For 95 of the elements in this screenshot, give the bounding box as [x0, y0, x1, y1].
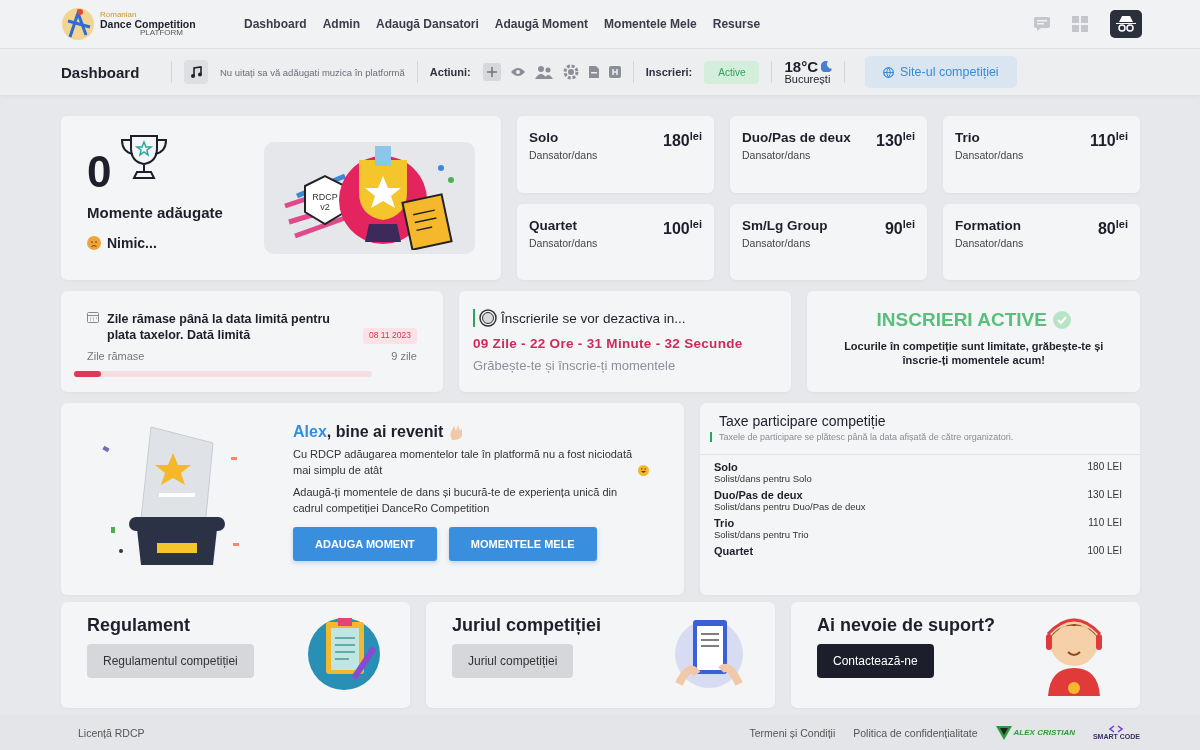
card-title: Ai nevoie de suport? — [817, 615, 996, 636]
people-icon[interactable] — [534, 65, 553, 79]
card-title: Regulament — [87, 615, 192, 636]
price-amount: 180$^{lei}$ — [663, 130, 702, 152]
page-title: Dashboard — [61, 63, 141, 81]
price-amount: 80$^{lei}$ — [1097, 217, 1128, 239]
music-reminder: Nu uitați sa vă adăugati muzica în platformă — [220, 66, 405, 78]
fee-name: Duo/Pas de deux — [714, 489, 804, 501]
category-name: Sm/Lg Group — [742, 217, 828, 233]
countdown-timer: 09 Zile - 22 Ore - 31 Minute - 32 Secunde — [472, 336, 744, 351]
countdown-subtitle: Grăbește-te și înscrie-ți momentele — [472, 358, 677, 373]
category-note: Dansator/dans — [742, 149, 812, 161]
brand-name: Dance Competition — [100, 18, 196, 30]
status-badge: Active — [704, 60, 760, 84]
card-button[interactable]: Juriul competiției — [452, 644, 574, 678]
status-title: INSCRIERI ACTIVE — [876, 309, 1047, 331]
category-note: Dansator/dans — [742, 236, 812, 249]
price-amount: 90$^{lei}$ — [884, 217, 915, 239]
smile-face-icon — [638, 464, 649, 476]
status-text: Locurile în competiție sunt limitate, grăbește-te și înscrie-ți momentele acum! — [843, 339, 1105, 368]
nav-link[interactable]: Momentele Mele — [604, 17, 697, 31]
brand-tagline: PLATFORM — [140, 29, 183, 38]
eye-icon[interactable] — [510, 67, 525, 77]
incognito-icon — [1116, 15, 1136, 33]
category-note: Dansator/dans — [955, 236, 1024, 249]
fee-name: Trio — [714, 517, 736, 529]
fee-price: 180 LEI — [1087, 461, 1122, 474]
fee-price: 130 LEI — [1087, 489, 1122, 502]
fee-price: 100 LEI — [1087, 545, 1122, 557]
days-left-label: Zile rămase — [87, 349, 145, 362]
deadline-title: Zile rămase până la data limită pentru plata taxelor. Dată limită — [107, 311, 331, 344]
fee-name: Quartet — [714, 545, 754, 557]
price-amount: 130$^{lei}$ — [876, 130, 915, 152]
nav-link[interactable]: Admin — [322, 17, 361, 31]
gear-icon[interactable] — [562, 64, 579, 80]
waving-hand-icon — [448, 424, 465, 440]
partner-logo-text: ALEX CRISTIAN — [1013, 728, 1075, 737]
footer-link[interactable]: Termeni și Condiții — [749, 726, 836, 739]
grid-icon[interactable] — [1072, 16, 1088, 32]
moon-icon — [821, 61, 832, 72]
badge-label: RDCP v2 — [311, 192, 338, 212]
category-name: Formation — [955, 217, 1022, 233]
music-note-icon — [190, 66, 202, 78]
calendar-icon — [87, 311, 99, 323]
moments-label: Momente adăugate — [87, 204, 224, 222]
countdown-title: Înscrierile se vor dezactiva in... — [500, 310, 686, 326]
fee-price: 110 LEI — [1088, 517, 1122, 530]
license-link[interactable]: Licență RDCP — [78, 726, 145, 739]
fee-description: Solist/dans pentru Solo — [714, 473, 812, 484]
fees-title: Taxe participare competiție — [718, 413, 887, 429]
nav-link[interactable]: Adaugă Moment — [494, 17, 589, 31]
card-button[interactable]: Contactează-ne — [817, 644, 934, 678]
chat-icon[interactable] — [1034, 17, 1050, 31]
brand-subtitle: Romanian — [100, 10, 138, 19]
price-amount: 110$^{lei}$ — [1089, 130, 1128, 152]
clock-icon — [478, 309, 497, 327]
actions-label: Actiuni: — [429, 66, 471, 78]
plus-icon[interactable] — [482, 63, 501, 81]
card-title: Juriul competiției — [452, 615, 602, 636]
code-brackets-icon — [1109, 725, 1124, 733]
city-name: București — [784, 74, 832, 85]
welcome-heading: Alex, bine ai revenit — [293, 423, 444, 441]
card-button[interactable]: Regulamentul competiției — [87, 644, 254, 678]
registrations-label: Inscrieri: — [645, 66, 693, 78]
category-name: Quartet — [529, 217, 578, 233]
date-badge: 08 11 2023 — [363, 328, 417, 344]
fee-description: Solist/dans pentru Trio — [714, 529, 809, 540]
h-square-icon[interactable] — [608, 66, 621, 78]
footer-link[interactable]: Politica de confidențialitate — [853, 726, 978, 739]
check-circle-icon — [1052, 311, 1071, 329]
nav-link[interactable]: Adaugă Dansatori — [376, 17, 479, 31]
fee-description: Solist/dans pentru Duo/Pas de deux — [714, 501, 866, 512]
category-name: Duo/Pas de deux — [742, 130, 851, 145]
price-amount: 100$^{lei}$ — [663, 217, 702, 239]
welcome-text: Adaugă-ți momentele de dans și bucură-te de experiența unică din cadrul competiției DanceRo Competition — [293, 484, 619, 516]
nav-link[interactable]: Dashboard — [244, 17, 307, 31]
trophy-icon — [119, 134, 170, 180]
category-note: Dansator/dans — [529, 236, 598, 249]
fee-name: Solo — [714, 461, 739, 473]
empty-status: Nimic... — [107, 235, 157, 252]
category-name: Solo — [529, 130, 560, 145]
category-name: Trio — [955, 130, 981, 145]
temperature: 18°C — [784, 59, 818, 74]
moments-count: 0 — [87, 148, 112, 197]
category-note: Dansator/dans — [955, 149, 1024, 161]
days-left-value: 9 zile — [391, 349, 417, 362]
user-avatar[interactable] — [1110, 10, 1142, 38]
welcome-text: Cu RDCP adăugarea momentelor tale în platformă nu a fost niciodată mai simplu de atât — [293, 447, 634, 478]
category-note: Dansator/dans — [529, 149, 598, 161]
fees-subtitle: Taxele de participare se plătesc până la data afișată de către organizatori. — [710, 432, 1122, 442]
globe-icon — [883, 66, 894, 78]
music-button[interactable] — [184, 60, 208, 84]
sad-face-icon — [87, 236, 101, 251]
triangle-logo-icon — [995, 725, 1012, 740]
nav-link[interactable]: Resurse — [712, 17, 761, 31]
